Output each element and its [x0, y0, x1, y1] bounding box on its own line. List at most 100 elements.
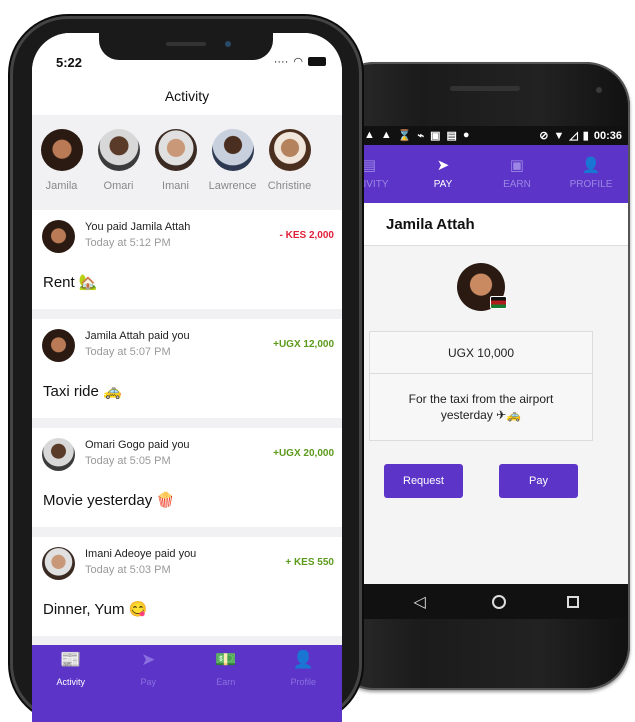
signal-icon: ◿ [569, 130, 578, 142]
contacts-carousel: Jamila Omari Imani Lawrence Christine [32, 129, 342, 205]
contact-lawrence[interactable]: Lawrence [203, 129, 262, 205]
contact-christine[interactable]: Christine [260, 129, 319, 205]
home-icon[interactable] [491, 594, 506, 609]
android-system-icons: ⊘ ▼ ◿ ▮ 00:36 [539, 129, 622, 143]
recents-icon[interactable] [567, 595, 580, 608]
usb-icon: ⌁ [417, 130, 425, 142]
iphone-notch [99, 33, 273, 60]
tab-profile-label: Profile [290, 677, 316, 687]
wifi-icon: ◠ [293, 56, 303, 68]
page-title: Activity [164, 88, 210, 104]
back-icon[interactable]: ◁ [409, 592, 431, 612]
money-icon: ▣ [509, 157, 525, 174]
transaction-title: Jamila Attah paid you [85, 330, 190, 342]
wifi-icon: ▼ [553, 129, 565, 142]
transaction-amount: +UGX 12,000 [273, 339, 334, 350]
gallery-icon: ▤ [446, 130, 457, 142]
person-icon: 👤 [292, 650, 314, 669]
iphone-screen: 5:22 ···· ◠ Activity Jamila Omari Imani … [32, 33, 342, 722]
transaction-amount: - KES 2,000 [279, 230, 334, 241]
location-icon: ● [462, 129, 470, 141]
avatar [97, 129, 140, 171]
transaction-time: Today at 5:05 PM [85, 455, 171, 467]
transaction-title: You paid Jamila Attah [85, 221, 191, 233]
tab-activity[interactable]: ▤ ACTIVITY [360, 145, 406, 203]
android-speaker [450, 86, 520, 91]
recipient-header: Jamila Attah [360, 203, 628, 246]
transaction-amount: +UGX 20,000 [273, 448, 334, 459]
list-item[interactable]: Omari Gogo paid you Today at 5:05 PM +UG… [32, 428, 342, 527]
request-button[interactable]: Request [384, 464, 463, 498]
tab-pay-label: Pay [140, 677, 156, 687]
avatar [42, 438, 75, 471]
android-notification-icons: ▲ ▲ ⌛ ⌁ ▣ ▤ ● [364, 129, 470, 142]
contact-imani[interactable]: Imani [146, 129, 205, 205]
battery-icon: ▮ [582, 130, 589, 142]
iphone-clock: 5:22 [56, 55, 83, 70]
avatar [211, 129, 254, 171]
transaction-title: Imani Adeoye paid you [85, 548, 197, 560]
tab-pay-label: PAY [433, 179, 453, 190]
iphone-tab-bar: 📰 Activity ➤ Pay 💵 Earn 👤 Profile [32, 645, 342, 722]
tab-profile[interactable]: 👤 Profile [265, 645, 343, 722]
pay-button[interactable]: Pay [499, 464, 578, 498]
transaction-memo: Rent 🏡 [43, 274, 98, 291]
money-icon: 💵 [215, 650, 237, 669]
list-item[interactable]: Imani Adeoye paid you Today at 5:03 PM +… [32, 537, 342, 636]
block-icon: ⊘ [539, 130, 549, 142]
android-clock: 00:36 [593, 129, 622, 142]
tab-pay[interactable]: ➤ PAY [406, 145, 480, 203]
image-icon: ▣ [430, 130, 441, 142]
list-item[interactable]: You paid Jamila Attah Today at 5:12 PM -… [32, 210, 342, 309]
tab-earn[interactable]: ▣ EARN [480, 145, 554, 203]
send-icon: ➤ [436, 157, 450, 174]
kenya-flag-icon [490, 296, 507, 309]
android-status-bar: ▲ ▲ ⌛ ⌁ ▣ ▤ ● ⊘ ▼ ◿ ▮ 00:36 [360, 126, 628, 145]
transaction-memo: Taxi ride 🚕 [43, 383, 122, 400]
contact-name: Jamila [45, 180, 78, 192]
payment-note-text: For the taxi from the airport yesterday … [408, 392, 554, 422]
recipient-name: Jamila Attah [386, 215, 475, 233]
signal-dots-icon: ···· [273, 55, 289, 68]
avatar [40, 129, 83, 171]
tab-profile-label: PROFILE [569, 179, 613, 190]
transaction-time: Today at 5:03 PM [85, 564, 171, 576]
avatar [42, 220, 75, 253]
tab-profile[interactable]: 👤 PROFILE [554, 145, 628, 203]
android-nav-bar: ◁ [360, 584, 628, 619]
payment-details-card: UGX 10,000 For the taxi from the airport… [369, 331, 593, 441]
battery-icon [308, 57, 326, 66]
transaction-time: Today at 5:07 PM [85, 346, 171, 358]
avatar [154, 129, 197, 171]
contact-omari[interactable]: Omari [89, 129, 148, 205]
news-icon: 📰 [60, 650, 82, 669]
news-icon: ▤ [361, 157, 377, 174]
payment-note[interactable]: For the taxi from the airport yesterday … [370, 374, 592, 423]
contact-name: Lawrence [208, 180, 257, 192]
transaction-time: Today at 5:12 PM [85, 237, 171, 249]
tab-earn-label: Earn [216, 677, 236, 687]
amount-field[interactable]: UGX 10,000 [370, 332, 592, 374]
tab-earn[interactable]: 💵 Earn [187, 645, 265, 722]
iphone-status-icons: ···· ◠ [274, 55, 326, 68]
warning-icon: ▲ [380, 129, 392, 141]
avatar [42, 329, 75, 362]
activity-feed: You paid Jamila Attah Today at 5:12 PM -… [32, 210, 342, 646]
person-icon: 👤 [581, 157, 601, 174]
contact-jamila[interactable]: Jamila [32, 129, 91, 205]
list-item[interactable]: Jamila Attah paid you Today at 5:07 PM +… [32, 319, 342, 418]
speaker-grill [166, 42, 206, 46]
tab-activity-label: Activity [56, 677, 85, 687]
transaction-amount: + KES 550 [285, 557, 334, 568]
tab-activity[interactable]: 📰 Activity [32, 645, 110, 722]
send-icon: ➤ [141, 650, 156, 669]
android-camera [596, 87, 602, 93]
tab-activity-label: ACTIVITY [360, 179, 389, 190]
tab-pay[interactable]: ➤ Pay [110, 645, 188, 722]
front-camera [225, 41, 231, 47]
avatar [42, 547, 75, 580]
android-tab-bar: ▤ ACTIVITY ➤ PAY ▣ EARN 👤 PROFILE [360, 145, 628, 203]
transaction-memo: Movie yesterday 🍿 [43, 492, 176, 509]
contact-name: Imani [162, 180, 189, 192]
contact-name: Christine [267, 180, 312, 192]
